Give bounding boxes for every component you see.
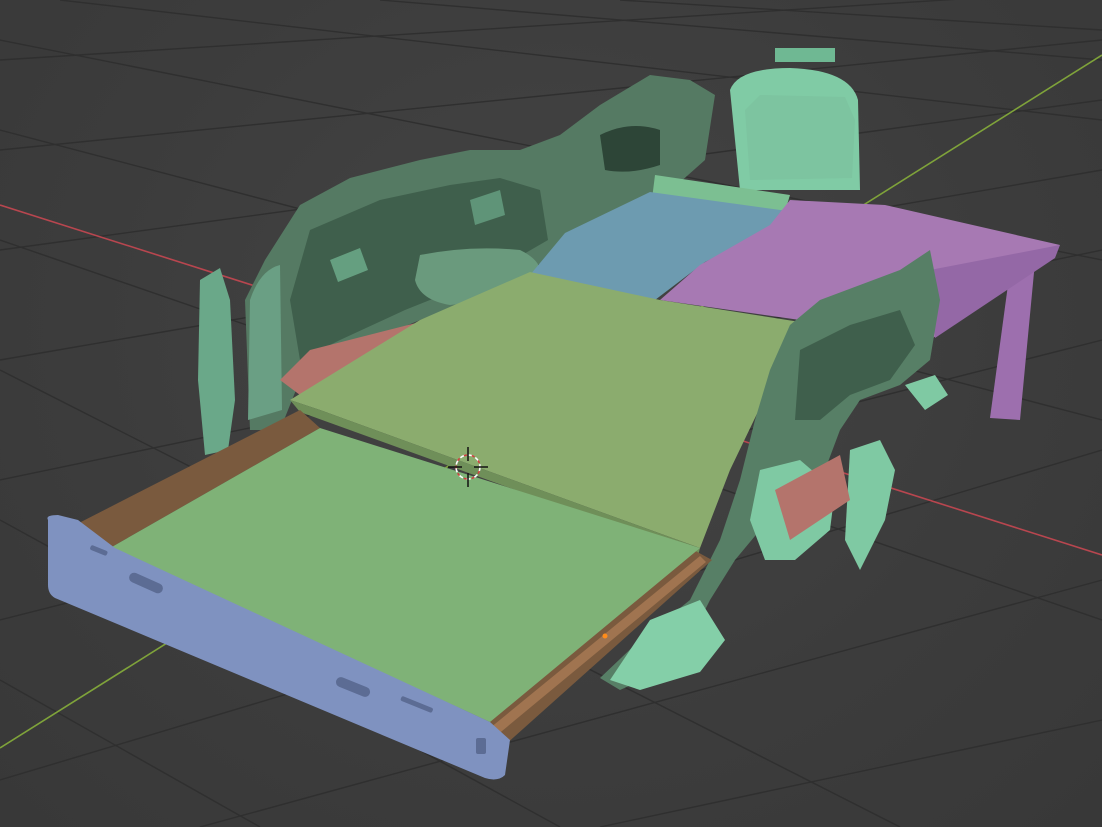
scan-mesh-seat bbox=[730, 48, 860, 190]
viewport-canvas[interactable] bbox=[0, 0, 1102, 827]
3d-viewport[interactable] bbox=[0, 0, 1102, 827]
object-origin-icon bbox=[602, 633, 608, 639]
